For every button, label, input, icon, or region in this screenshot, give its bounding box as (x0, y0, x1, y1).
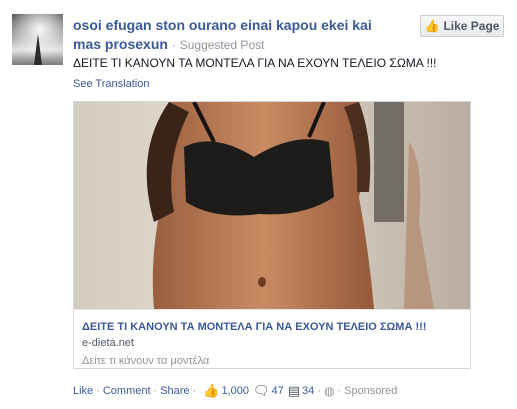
like-link[interactable]: Like (73, 385, 93, 397)
model-photo-illustration (74, 102, 470, 309)
header-separator: · (171, 38, 176, 52)
share-link[interactable]: Share (160, 385, 189, 397)
shares-count[interactable]: 34 (302, 385, 314, 397)
post-header: osoi efugan ston ourano einai kapou ekei… (73, 16, 403, 55)
share-icon[interactable]: ▤ (288, 383, 300, 399)
action-separator: · (96, 385, 100, 397)
like-page-label: Like Page (443, 19, 500, 33)
comments-count[interactable]: 47 (271, 385, 283, 397)
action-separator: · (317, 385, 321, 397)
thumbs-up-icon: 👍 (424, 19, 440, 33)
likes-count[interactable]: 1,000 (221, 385, 249, 397)
suggested-post-label: Suggested Post (179, 38, 265, 52)
action-separator: · (337, 385, 342, 397)
action-separator: · (153, 385, 158, 397)
action-separator: · (192, 385, 197, 397)
link-preview-card[interactable]: ΔΕΙΤΕ ΤΙ ΚΑΝΟΥΝ ΤΑ ΜΟΝΤΕΛΑ ΓΙΑ ΝΑ ΕΧΟΥΝ … (73, 101, 471, 369)
link-card-title[interactable]: ΔΕΙΤΕ ΤΙ ΚΑΝΟΥΝ ΤΑ ΜΟΝΤΕΛΑ ΓΙΑ ΝΑ ΕΧΟΥΝ … (82, 321, 426, 333)
link-card-info[interactable]: ΔΕΙΤΕ ΤΙ ΚΑΝΟΥΝ ΤΑ ΜΟΝΤΕΛΑ ΓΙΑ ΝΑ ΕΧΟΥΝ … (74, 309, 470, 368)
link-preview-image[interactable] (74, 102, 470, 309)
page-avatar[interactable] (12, 14, 63, 65)
post-actions-bar: Like · Comment · Share · 👍 1,000 🗨 47 ▤ … (73, 383, 397, 399)
avatar-path-shape (34, 34, 42, 65)
like-page-button[interactable]: 👍 Like Page (420, 15, 504, 37)
sponsored-label[interactable]: Sponsored (344, 385, 397, 397)
comment-link[interactable]: Comment (103, 385, 151, 397)
comment-bubble-icon[interactable]: 🗨 (253, 383, 270, 399)
likes-thumb-icon[interactable]: 👍 (203, 383, 219, 399)
globe-icon: ◍ (323, 384, 335, 398)
link-card-domain: e-dieta.net (82, 337, 134, 349)
link-card-description: Δείτε τι κάνουν τα μοντέλα (82, 355, 210, 367)
post-status-text: ΔΕΙΤΕ ΤΙ ΚΑΝΟΥΝ ΤΑ ΜΟΝΤΕΛΑ ΓΙΑ ΝΑ ΕΧΟΥΝ … (73, 56, 437, 70)
see-translation-link[interactable]: See Translation (73, 78, 149, 90)
